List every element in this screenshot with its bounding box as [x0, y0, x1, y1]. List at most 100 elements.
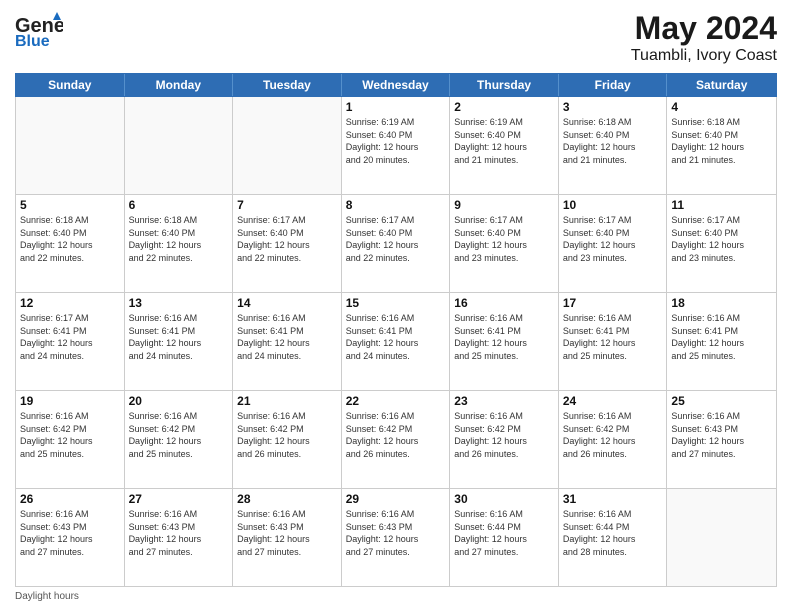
day-info: Sunrise: 6:17 AM Sunset: 6:40 PM Dayligh… — [563, 214, 663, 264]
cal-cell: 4 Sunrise: 6:18 AM Sunset: 6:40 PM Daylig… — [667, 97, 776, 194]
day-info: Sunrise: 6:18 AM Sunset: 6:40 PM Dayligh… — [129, 214, 229, 264]
day-info: Sunrise: 6:16 AM Sunset: 6:41 PM Dayligh… — [129, 312, 229, 362]
cal-cell: 20 Sunrise: 6:16 AM Sunset: 6:42 PM Dayli… — [125, 391, 234, 488]
day-number: 4 — [671, 100, 772, 114]
cal-cell: 11Sunrise: 6:17 AM Sunset: 6:40 PM Dayli… — [667, 195, 776, 292]
day-number: 16 — [454, 296, 554, 310]
day-info: Sunrise: 6:19 AM Sunset: 6:40 PM Dayligh… — [346, 116, 446, 166]
week-row-2: 5Sunrise: 6:18 AM Sunset: 6:40 PM Daylig… — [16, 195, 776, 293]
day-info: Sunrise: 6:16 AM Sunset: 6:44 PM Dayligh… — [563, 508, 663, 558]
day-number: 15 — [346, 296, 446, 310]
day-number: 6 — [129, 198, 229, 212]
day-number: 7 — [237, 198, 337, 212]
cal-cell — [667, 489, 776, 586]
week-row-3: 12 Sunrise: 6:17 AM Sunset: 6:41 PM Dayli… — [16, 293, 776, 391]
day-info: Sunrise: 6:16 AM Sunset: 6:41 PM Dayligh… — [563, 312, 663, 362]
weekday-header-thursday: Thursday — [450, 74, 559, 96]
day-number: 1 — [346, 100, 446, 114]
day-number: 20 — [129, 394, 229, 408]
cal-cell: 15 Sunrise: 6:16 AM Sunset: 6:41 PM Dayli… — [342, 293, 451, 390]
day-number: 27 — [129, 492, 229, 506]
day-number: 21 — [237, 394, 337, 408]
cal-cell: 6 Sunrise: 6:18 AM Sunset: 6:40 PM Daylig… — [125, 195, 234, 292]
day-info: Sunrise: 6:16 AM Sunset: 6:43 PM Dayligh… — [237, 508, 337, 558]
weekday-header-wednesday: Wednesday — [342, 74, 451, 96]
day-info: Sunrise: 6:18 AM Sunset: 6:40 PM Dayligh… — [563, 116, 663, 166]
cal-cell: 21Sunrise: 6:16 AM Sunset: 6:42 PM Dayli… — [233, 391, 342, 488]
logo: General Blue — [15, 10, 63, 50]
weekday-header-friday: Friday — [559, 74, 668, 96]
cal-cell: 10Sunrise: 6:17 AM Sunset: 6:40 PM Dayli… — [559, 195, 668, 292]
day-info: Sunrise: 6:18 AM Sunset: 6:40 PM Dayligh… — [671, 116, 772, 166]
day-info: Sunrise: 6:19 AM Sunset: 6:40 PM Dayligh… — [454, 116, 554, 166]
day-number: 13 — [129, 296, 229, 310]
day-number: 12 — [20, 296, 120, 310]
day-info: Sunrise: 6:16 AM Sunset: 6:41 PM Dayligh… — [346, 312, 446, 362]
day-info: Sunrise: 6:16 AM Sunset: 6:41 PM Dayligh… — [237, 312, 337, 362]
cal-cell: 9 Sunrise: 6:17 AM Sunset: 6:40 PM Daylig… — [450, 195, 559, 292]
week-row-5: 26 Sunrise: 6:16 AM Sunset: 6:43 PM Dayli… — [16, 489, 776, 586]
day-info: Sunrise: 6:16 AM Sunset: 6:41 PM Dayligh… — [454, 312, 554, 362]
day-number: 22 — [346, 394, 446, 408]
day-number: 18 — [671, 296, 772, 310]
cal-cell: 19Sunrise: 6:16 AM Sunset: 6:42 PM Dayli… — [16, 391, 125, 488]
day-info: Sunrise: 6:18 AM Sunset: 6:40 PM Dayligh… — [20, 214, 120, 264]
day-number: 31 — [563, 492, 663, 506]
day-info: Sunrise: 6:16 AM Sunset: 6:43 PM Dayligh… — [671, 410, 772, 460]
page: General Blue May 2024 Tuambli, Ivory Coa… — [0, 0, 792, 612]
cal-cell: 12 Sunrise: 6:17 AM Sunset: 6:41 PM Dayli… — [16, 293, 125, 390]
cal-cell: 2 Sunrise: 6:19 AM Sunset: 6:40 PM Daylig… — [450, 97, 559, 194]
cal-cell: 24 Sunrise: 6:16 AM Sunset: 6:42 PM Dayli… — [559, 391, 668, 488]
day-info: Sunrise: 6:16 AM Sunset: 6:42 PM Dayligh… — [346, 410, 446, 460]
day-number: 24 — [563, 394, 663, 408]
weekday-header-saturday: Saturday — [667, 74, 776, 96]
week-row-1: 1 Sunrise: 6:19 AM Sunset: 6:40 PM Daylig… — [16, 97, 776, 195]
calendar-header: SundayMondayTuesdayWednesdayThursdayFrid… — [15, 73, 777, 97]
day-info: Sunrise: 6:17 AM Sunset: 6:41 PM Dayligh… — [20, 312, 120, 362]
cal-cell: 28Sunrise: 6:16 AM Sunset: 6:43 PM Dayli… — [233, 489, 342, 586]
footer-note: Daylight hours — [15, 591, 777, 602]
day-number: 30 — [454, 492, 554, 506]
day-number: 17 — [563, 296, 663, 310]
cal-cell: 26 Sunrise: 6:16 AM Sunset: 6:43 PM Dayli… — [16, 489, 125, 586]
cal-cell: 17 Sunrise: 6:16 AM Sunset: 6:41 PM Dayli… — [559, 293, 668, 390]
day-info: Sunrise: 6:17 AM Sunset: 6:40 PM Dayligh… — [671, 214, 772, 264]
day-info: Sunrise: 6:16 AM Sunset: 6:42 PM Dayligh… — [563, 410, 663, 460]
cal-cell: 3 Sunrise: 6:18 AM Sunset: 6:40 PM Daylig… — [559, 97, 668, 194]
weekday-header-monday: Monday — [125, 74, 234, 96]
day-number: 25 — [671, 394, 772, 408]
day-number: 3 — [563, 100, 663, 114]
cal-cell: 22 Sunrise: 6:16 AM Sunset: 6:42 PM Dayli… — [342, 391, 451, 488]
cal-cell: 29 Sunrise: 6:16 AM Sunset: 6:43 PM Dayli… — [342, 489, 451, 586]
cal-cell: 14 Sunrise: 6:16 AM Sunset: 6:41 PM Dayli… — [233, 293, 342, 390]
day-info: Sunrise: 6:17 AM Sunset: 6:40 PM Dayligh… — [237, 214, 337, 264]
day-number: 29 — [346, 492, 446, 506]
main-title: May 2024 — [631, 10, 777, 47]
title-block: May 2024 Tuambli, Ivory Coast — [631, 10, 777, 65]
logo-icon: General Blue — [15, 10, 63, 50]
day-info: Sunrise: 6:16 AM Sunset: 6:42 PM Dayligh… — [129, 410, 229, 460]
day-number: 26 — [20, 492, 120, 506]
cal-cell — [16, 97, 125, 194]
day-number: 2 — [454, 100, 554, 114]
day-number: 19 — [20, 394, 120, 408]
cal-cell: 16 Sunrise: 6:16 AM Sunset: 6:41 PM Dayli… — [450, 293, 559, 390]
day-number: 14 — [237, 296, 337, 310]
cal-cell: 31 Sunrise: 6:16 AM Sunset: 6:44 PM Dayli… — [559, 489, 668, 586]
cal-cell: 7 Sunrise: 6:17 AM Sunset: 6:40 PM Daylig… — [233, 195, 342, 292]
cal-cell — [125, 97, 234, 194]
day-info: Sunrise: 6:17 AM Sunset: 6:40 PM Dayligh… — [346, 214, 446, 264]
day-number: 9 — [454, 198, 554, 212]
cal-cell: 30Sunrise: 6:16 AM Sunset: 6:44 PM Dayli… — [450, 489, 559, 586]
cal-cell: 23Sunrise: 6:16 AM Sunset: 6:42 PM Dayli… — [450, 391, 559, 488]
weekday-header-tuesday: Tuesday — [233, 74, 342, 96]
cal-cell: 1 Sunrise: 6:19 AM Sunset: 6:40 PM Daylig… — [342, 97, 451, 194]
subtitle: Tuambli, Ivory Coast — [631, 47, 777, 65]
day-info: Sunrise: 6:16 AM Sunset: 6:43 PM Dayligh… — [20, 508, 120, 558]
cal-cell: 5Sunrise: 6:18 AM Sunset: 6:40 PM Daylig… — [16, 195, 125, 292]
day-info: Sunrise: 6:16 AM Sunset: 6:42 PM Dayligh… — [454, 410, 554, 460]
day-info: Sunrise: 6:17 AM Sunset: 6:40 PM Dayligh… — [454, 214, 554, 264]
day-info: Sunrise: 6:16 AM Sunset: 6:43 PM Dayligh… — [346, 508, 446, 558]
calendar-body: 1 Sunrise: 6:19 AM Sunset: 6:40 PM Daylig… — [15, 97, 777, 587]
week-row-4: 19 Sunrise: 6:16 AM Sunset: 6:42 PM Dayli… — [16, 391, 776, 489]
